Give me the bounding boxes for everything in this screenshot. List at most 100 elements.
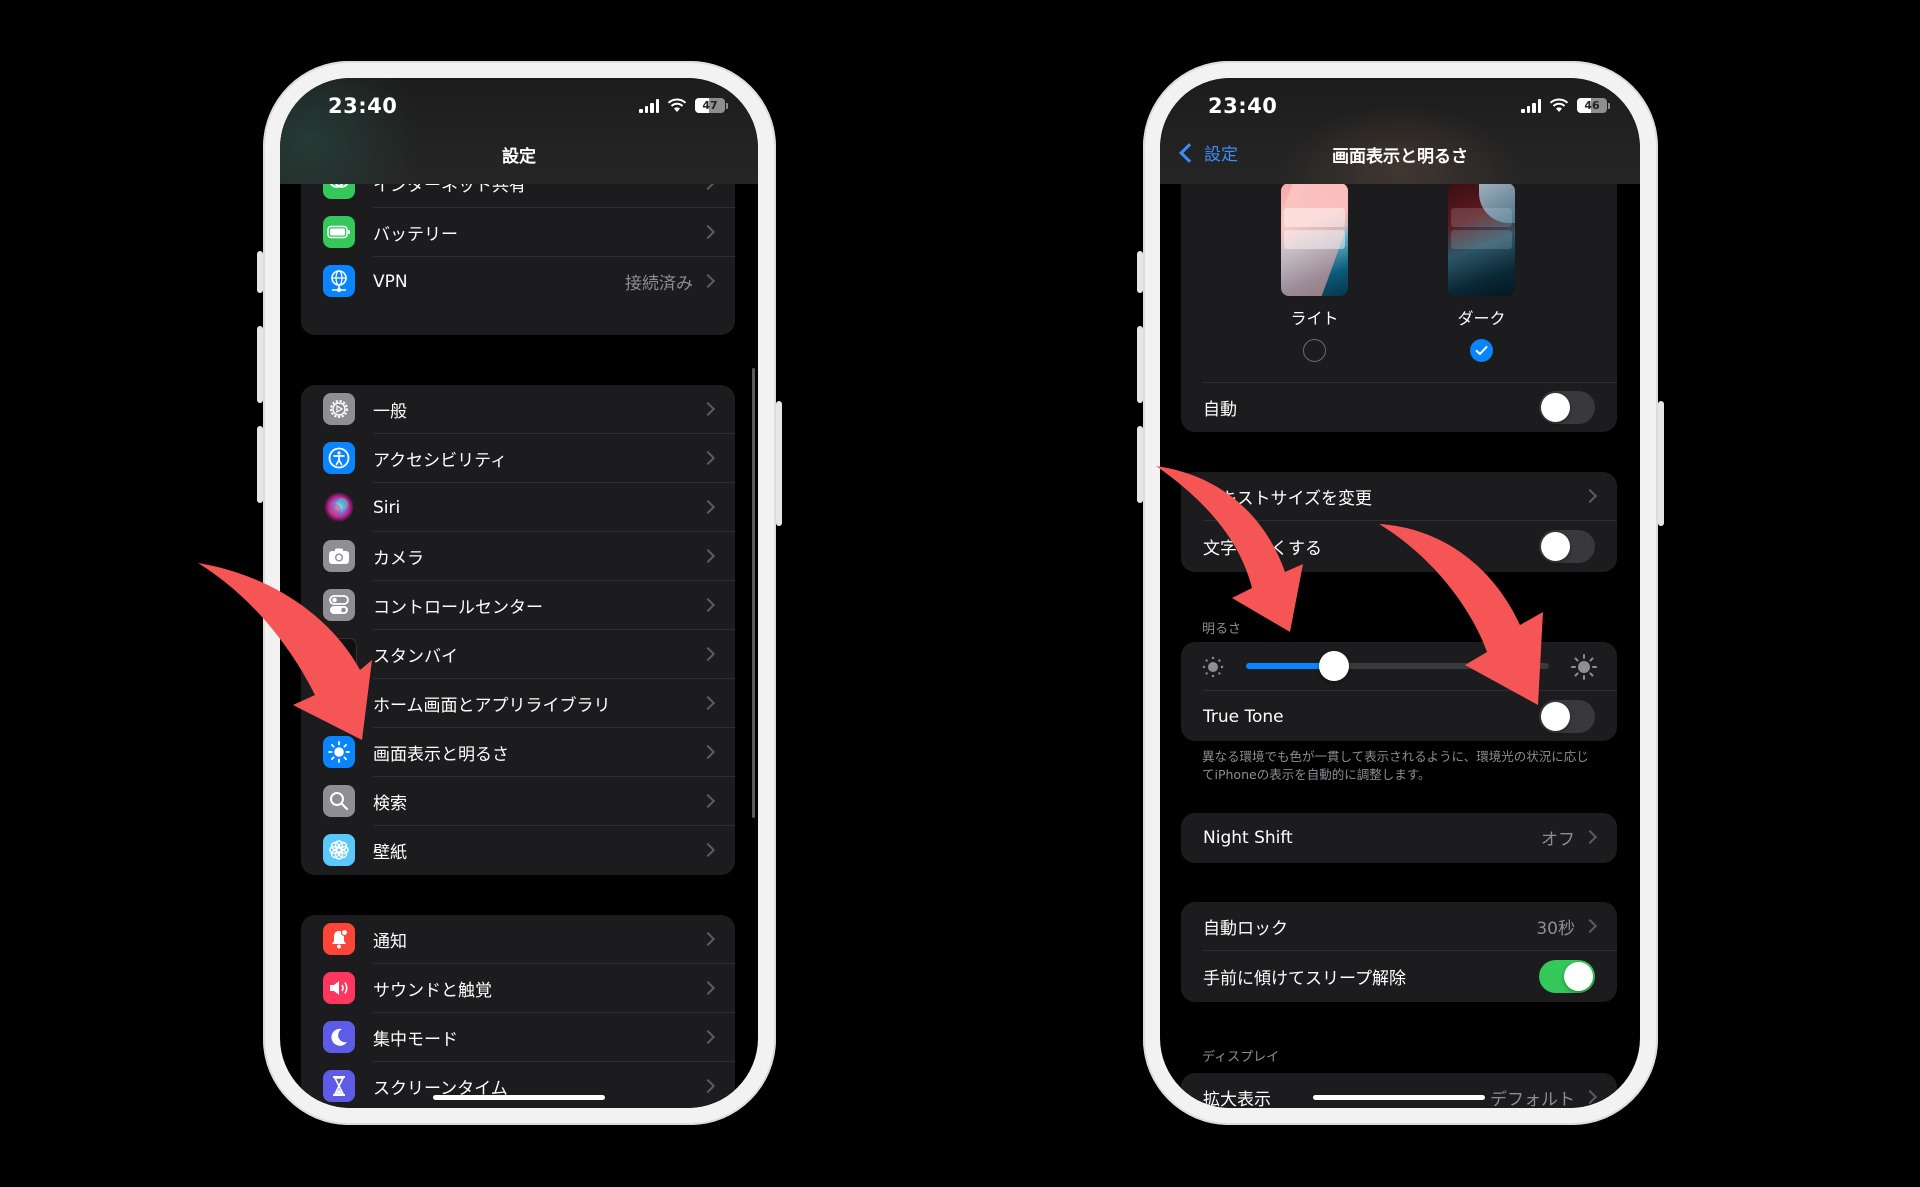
notification-bell-icon (323, 923, 355, 955)
page-title: 設定 (502, 147, 536, 167)
vpn-status-value: 接続済み (625, 274, 693, 294)
status-bar: 23:40 47 (280, 78, 758, 148)
chevron-right-icon (1582, 488, 1598, 504)
display-settings-list: ライト ダーク 自動 テキストサイズを変更 文字を太くする 明るさ True T… (1160, 78, 1640, 1108)
action-button (1137, 251, 1143, 293)
list-item-accessibility[interactable]: アクセシビリティ (301, 434, 735, 483)
text-size-label: テキストサイズを変更 (1203, 489, 1372, 509)
home-indicator[interactable] (433, 1095, 605, 1100)
true-tone-toggle[interactable] (1539, 700, 1595, 733)
list-item-label: 検索 (373, 794, 407, 814)
cellular-signal-icon (1521, 98, 1541, 113)
appearance-label: ライト (1290, 309, 1339, 328)
text-size-row[interactable]: テキストサイズを変更 (1181, 472, 1617, 521)
auto-appearance-label: 自動 (1203, 400, 1237, 420)
chevron-right-icon (700, 548, 716, 564)
volume-down-button (257, 426, 263, 503)
status-time: 23:40 (328, 94, 398, 118)
list-item-wallpaper[interactable]: 壁紙 (301, 826, 735, 875)
settings-group-notifications: 通知 サウンドと触覚 集中モード スクリーンタイム (301, 915, 735, 1108)
page-title: 画面表示と明るさ (1332, 147, 1468, 167)
bold-text-toggle[interactable] (1539, 530, 1595, 563)
list-item-vpn[interactable]: VPN 接続済み (301, 257, 735, 306)
battery-indicator: 47 (695, 98, 725, 113)
list-item-camera[interactable]: カメラ (301, 532, 735, 581)
display-zoom-row[interactable]: 拡大表示 デフォルト (1181, 1073, 1617, 1108)
list-item-focus[interactable]: 集中モード (301, 1013, 735, 1062)
right-phone-frame: ライト ダーク 自動 テキストサイズを変更 文字を太くする 明るさ True T… (1137, 61, 1664, 1125)
speaker-icon (323, 972, 355, 1004)
raise-to-wake-toggle[interactable] (1539, 960, 1595, 993)
volume-up-button (1137, 326, 1143, 403)
auto-appearance-toggle[interactable] (1539, 391, 1595, 424)
true-tone-row: True Tone (1181, 692, 1617, 741)
list-item-sounds-haptics[interactable]: サウンドと触覚 (301, 964, 735, 1013)
light-radio[interactable] (1303, 339, 1326, 362)
chevron-right-icon (700, 695, 716, 711)
chevron-right-icon (700, 793, 716, 809)
status-bar: 23:40 46 (1160, 78, 1640, 148)
wifi-icon (1549, 98, 1569, 112)
chevron-right-icon (700, 646, 716, 662)
camera-icon (323, 540, 355, 572)
battery-icon (323, 216, 355, 248)
wifi-icon (667, 98, 687, 112)
search-icon (323, 785, 355, 817)
chevron-right-icon (700, 1078, 716, 1094)
list-item-label: VPN (373, 271, 408, 292)
brightness-slider-row (1181, 642, 1617, 691)
list-item-siri[interactable]: Siri (301, 483, 735, 532)
display-zoom-value: デフォルト (1490, 1090, 1575, 1108)
list-item-standby[interactable]: スタンバイ (301, 630, 735, 679)
chevron-right-icon (700, 224, 716, 240)
list-item-label: スタンバイ (373, 647, 458, 667)
chevron-right-icon (700, 842, 716, 858)
list-item-general[interactable]: 一般 (301, 385, 735, 434)
power-button (776, 401, 782, 526)
chevron-right-icon (1582, 918, 1598, 934)
dark-radio[interactable] (1470, 339, 1493, 362)
list-item-control-center[interactable]: コントロールセンター (301, 581, 735, 630)
volume-down-button (1137, 426, 1143, 503)
brightness-low-icon (1202, 656, 1224, 678)
list-item-battery[interactable]: バッテリー (301, 208, 735, 257)
list-item-home-screen[interactable]: ホーム画面とアプリライブラリ (301, 679, 735, 728)
chevron-right-icon (700, 273, 716, 289)
brightness-slider[interactable] (1246, 651, 1549, 681)
scrollbar[interactable] (752, 368, 755, 818)
sun-icon (323, 736, 355, 768)
night-shift-row[interactable]: Night Shift オフ (1181, 813, 1617, 862)
gear-icon (323, 393, 355, 425)
list-item-search[interactable]: 検索 (301, 777, 735, 826)
brightness-section-header: 明るさ (1202, 622, 1242, 637)
list-item-label: 画面表示と明るさ (373, 745, 509, 765)
chevron-right-icon (700, 499, 716, 515)
list-item-screen-time[interactable]: スクリーンタイム (301, 1062, 735, 1108)
accessibility-icon (323, 442, 355, 474)
chevron-right-icon (700, 931, 716, 947)
night-shift-label: Night Shift (1203, 827, 1293, 848)
home-indicator[interactable] (1313, 1095, 1485, 1100)
brightness-card: True Tone (1181, 642, 1617, 741)
list-item-display-brightness[interactable]: 画面表示と明るさ (301, 728, 735, 777)
navigation-bar: 23:40 46 設定 画面表示と明るさ (1160, 78, 1640, 184)
bold-text-label: 文字を太くする (1203, 539, 1322, 559)
auto-appearance-row: 自動 (1181, 383, 1617, 432)
raise-to-wake-row: 手前に傾けてスリープ解除 (1181, 952, 1617, 1001)
display-zoom-card: 拡大表示 デフォルト (1181, 1073, 1617, 1108)
home-screen-icon (323, 687, 355, 719)
auto-lock-value: 30秒 (1536, 919, 1575, 939)
lock-card: 自動ロック 30秒 手前に傾けてスリープ解除 (1181, 902, 1617, 1002)
settings-list: インターネット共有 バッテリー VPN 接続済み 一般 アクセシビリティ Sir… (280, 78, 758, 1108)
brightness-slider-thumb[interactable] (1318, 651, 1349, 681)
vpn-globe-icon (323, 265, 355, 297)
left-phone-frame: インターネット共有 バッテリー VPN 接続済み 一般 アクセシビリティ Sir… (257, 61, 782, 1125)
chevron-right-icon (700, 450, 716, 466)
list-item-notifications[interactable]: 通知 (301, 915, 735, 964)
light-mode-preview (1281, 183, 1348, 296)
auto-lock-row[interactable]: 自動ロック 30秒 (1181, 902, 1617, 951)
list-item-label: ホーム画面とアプリライブラリ (373, 696, 611, 716)
list-item-label: バッテリー (373, 225, 458, 245)
battery-indicator: 46 (1577, 98, 1607, 113)
standby-icon (323, 638, 357, 672)
